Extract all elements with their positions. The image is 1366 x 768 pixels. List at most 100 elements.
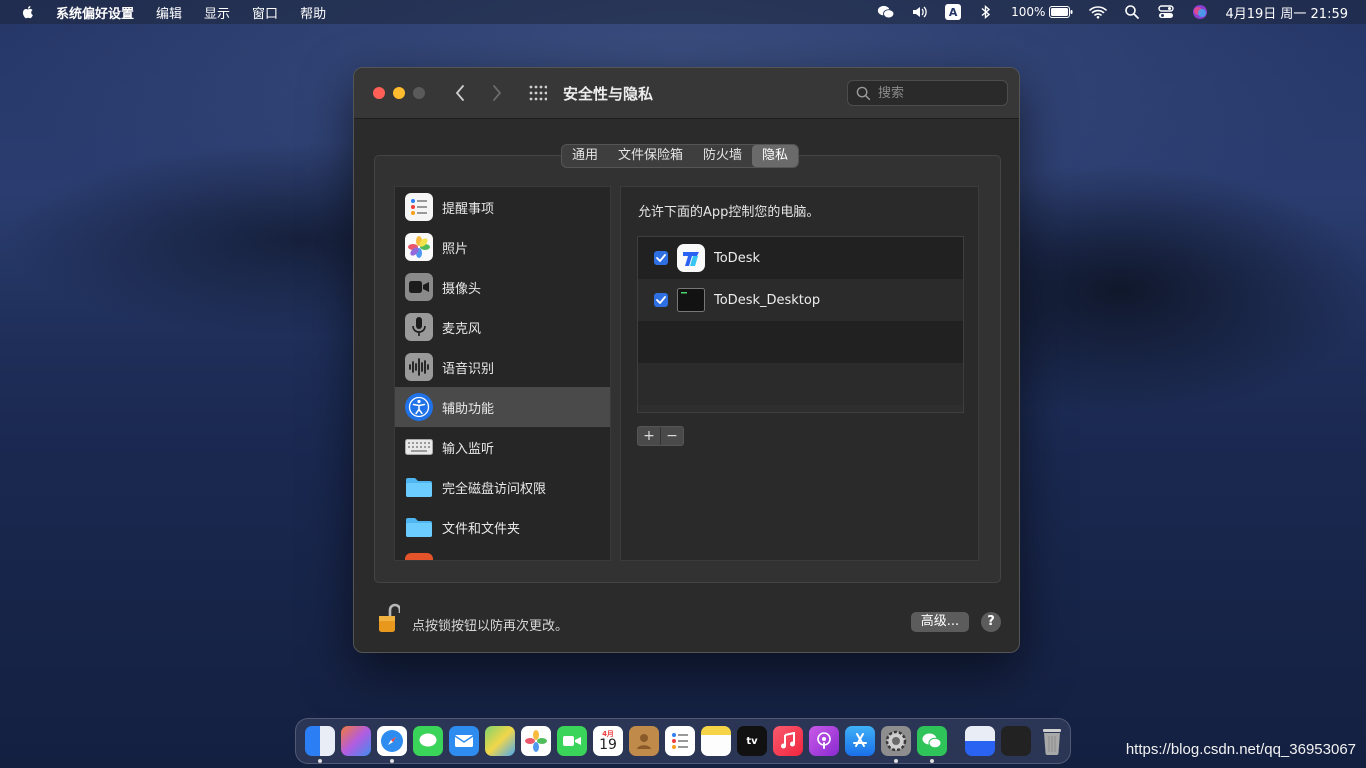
mail-icon[interactable] xyxy=(449,726,479,756)
app-row-todesk[interactable]: ToDesk xyxy=(638,237,963,279)
app-name: ToDesk xyxy=(714,250,760,266)
search-field[interactable] xyxy=(847,80,1008,106)
sidebar-item-files-and-folders[interactable]: 文件和文件夹 xyxy=(395,507,610,547)
tab-general[interactable]: 通用 xyxy=(562,145,608,167)
sidebar-item-full-disk-access[interactable]: 完全磁盘访问权限 xyxy=(395,467,610,507)
accessibility-pane: 允许下面的App控制您的电脑。 ToDesk ToDesk_Desktop + … xyxy=(620,186,979,561)
sidebar-item-label: 辅助功能 xyxy=(442,401,495,417)
sidebar-item-label: 输入监听 xyxy=(442,441,495,457)
battery-percent: 100% xyxy=(1011,5,1046,19)
sidebar-item-label: 语音识别 xyxy=(442,361,495,377)
checkmark-icon xyxy=(656,254,666,262)
app-row-empty xyxy=(638,363,963,405)
allow-description: 允许下面的App控制您的电脑。 xyxy=(638,205,820,220)
menu-edit[interactable]: 编辑 xyxy=(156,3,182,22)
facetime-icon[interactable] xyxy=(557,726,587,756)
accessibility-icon xyxy=(405,393,433,421)
sidebar-item-reminders[interactable]: 提醒事项 xyxy=(395,187,610,227)
siri-icon[interactable] xyxy=(1191,4,1209,20)
add-app-button[interactable]: + xyxy=(638,427,660,445)
contacts-icon[interactable] xyxy=(629,726,659,756)
sidebar-item-accessibility[interactable]: 辅助功能 xyxy=(395,387,610,427)
minimized-window-thumbnail[interactable] xyxy=(1001,726,1031,756)
app-row-todesk-desktop[interactable]: ToDesk_Desktop xyxy=(638,279,963,321)
microphone-icon xyxy=(405,313,433,341)
sidebar-item-camera[interactable]: 摄像头 xyxy=(395,267,610,307)
folder-icon xyxy=(405,513,433,541)
tab-filevault[interactable]: 文件保险箱 xyxy=(608,145,693,167)
tab-privacy[interactable]: 隐私 xyxy=(752,145,799,167)
launchpad-icon[interactable] xyxy=(341,726,371,756)
forward-button[interactable] xyxy=(487,82,507,104)
todesk-app-icon xyxy=(677,244,705,272)
title-bar[interactable]: 安全性与隐私 xyxy=(354,68,1019,119)
sidebar-item-label: 提醒事项 xyxy=(442,201,495,217)
sidebar-item-input-monitoring[interactable]: 输入监听 xyxy=(395,427,610,467)
notes-icon[interactable] xyxy=(701,726,731,756)
tab-firewall[interactable]: 防火墙 xyxy=(693,145,752,167)
folder-icon xyxy=(405,473,433,501)
safari-icon[interactable] xyxy=(377,726,407,763)
messages-icon[interactable] xyxy=(413,726,443,756)
app-list[interactable]: ToDesk ToDesk_Desktop xyxy=(637,236,964,413)
system-preferences-icon[interactable] xyxy=(881,726,911,763)
minimize-button[interactable] xyxy=(393,87,405,99)
unlock-padlock-icon[interactable] xyxy=(378,602,400,634)
wifi-icon[interactable] xyxy=(1089,4,1108,20)
app-name: ToDesk_Desktop xyxy=(714,292,821,308)
apple-menu-icon[interactable] xyxy=(20,4,36,20)
add-remove-group: + − xyxy=(637,426,684,446)
wechat-icon[interactable] xyxy=(917,726,947,763)
reminders-icon xyxy=(405,193,433,221)
partial-app-icon xyxy=(405,553,433,560)
close-button[interactable] xyxy=(373,87,385,99)
bluetooth-icon[interactable] xyxy=(977,4,995,20)
tv-label: tv xyxy=(746,735,758,747)
calendar-icon[interactable]: 4月 19 xyxy=(593,726,623,756)
search-input[interactable] xyxy=(876,84,1000,102)
todesk-checkbox[interactable] xyxy=(654,251,668,265)
remove-app-button[interactable]: − xyxy=(660,427,683,445)
app-row-empty xyxy=(638,321,963,363)
sidebar-item-microphone[interactable]: 麦克风 xyxy=(395,307,610,347)
advanced-button[interactable]: 高级... xyxy=(911,612,969,632)
reminders-icon[interactable] xyxy=(665,726,695,756)
apple-tv-icon[interactable]: tv xyxy=(737,726,767,756)
trash-icon[interactable] xyxy=(1037,726,1067,756)
photos-icon[interactable] xyxy=(521,726,551,756)
wechat-status-icon[interactable] xyxy=(877,4,895,20)
todesk-desktop-checkbox[interactable] xyxy=(654,293,668,307)
maps-icon[interactable] xyxy=(485,726,515,756)
spotlight-search-icon[interactable] xyxy=(1123,4,1141,20)
security-privacy-window: 安全性与隐私 通用 文件保险箱 防火墙 隐私 提醒事项 xyxy=(353,67,1020,653)
podcasts-icon[interactable] xyxy=(809,726,839,756)
menu-window[interactable]: 窗口 xyxy=(252,3,278,22)
sidebar-item-label: 麦克风 xyxy=(442,321,482,337)
sidebar-item-partial[interactable] xyxy=(395,547,610,560)
window-title: 安全性与隐私 xyxy=(563,85,654,103)
zoom-button[interactable] xyxy=(413,87,425,99)
chevron-left-icon xyxy=(455,85,464,101)
volume-icon[interactable] xyxy=(911,4,929,20)
show-all-grid-icon[interactable] xyxy=(529,85,547,101)
minimized-window-thumbnail[interactable] xyxy=(965,726,995,756)
privacy-category-list[interactable]: 提醒事项 照片 摄像头 麦克风 语音识别 辅助功能 输入监听 完全磁盘访问权限 … xyxy=(394,186,611,561)
sidebar-item-photos[interactable]: 照片 xyxy=(395,227,610,267)
app-store-icon[interactable] xyxy=(845,726,875,756)
input-method-icon[interactable]: A xyxy=(945,4,962,20)
sidebar-item-label: 文件和文件夹 xyxy=(442,521,521,537)
sidebar-item-label: 完全磁盘访问权限 xyxy=(442,481,547,497)
music-icon[interactable] xyxy=(773,726,803,756)
menu-app-name[interactable]: 系统偏好设置 xyxy=(56,3,134,22)
control-center-icon[interactable] xyxy=(1157,4,1175,20)
menu-help[interactable]: 帮助 xyxy=(300,3,326,22)
back-button[interactable] xyxy=(450,82,470,104)
finder-icon[interactable] xyxy=(305,726,335,763)
help-button[interactable]: ? xyxy=(981,612,1001,632)
menu-view[interactable]: 显示 xyxy=(204,3,230,22)
battery-status[interactable]: 100% xyxy=(1011,5,1073,19)
sidebar-item-speech-recognition[interactable]: 语音识别 xyxy=(395,347,610,387)
clock[interactable]: 4月19日 周一 21:59 xyxy=(1225,3,1348,22)
speech-recognition-icon xyxy=(405,353,433,381)
chevron-right-icon xyxy=(493,85,502,101)
